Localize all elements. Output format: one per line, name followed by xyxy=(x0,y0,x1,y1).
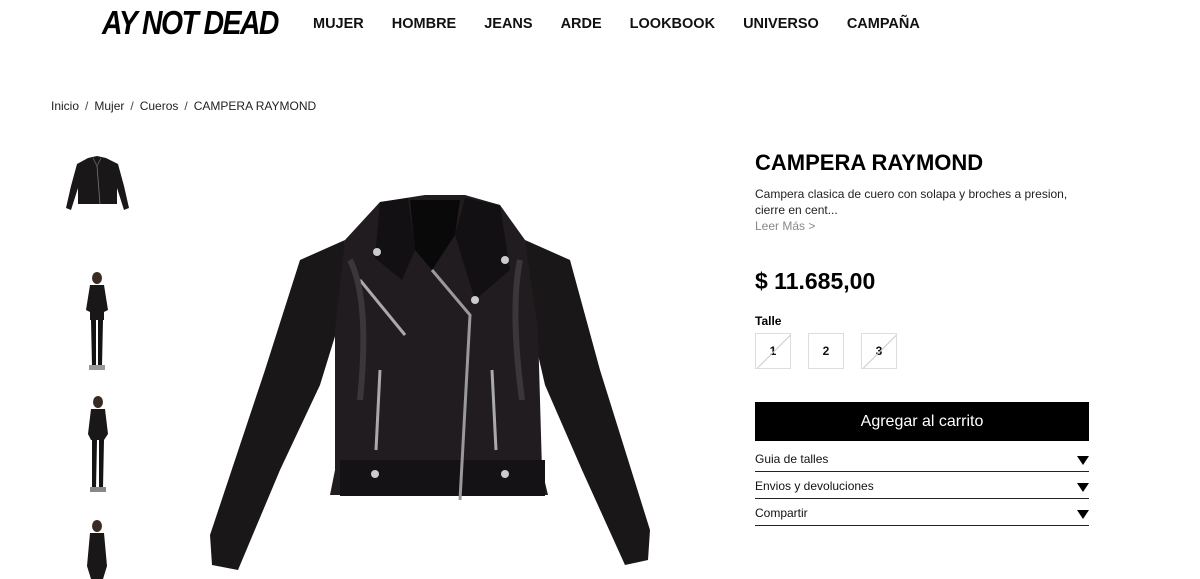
accordion-size-guide[interactable]: Guia de talles xyxy=(755,452,1089,472)
nav-item-arde[interactable]: ARDE xyxy=(561,15,602,33)
add-to-cart-button[interactable]: Agregar al carrito xyxy=(755,402,1089,441)
nav-item-campana[interactable]: CAMPAÑA xyxy=(847,15,920,33)
product-info: CAMPERA RAYMOND Campera clasica de cuero… xyxy=(755,150,1089,234)
accordion-label: Compartir xyxy=(755,506,808,520)
breadcrumb-cueros[interactable]: Cueros xyxy=(140,99,179,113)
breadcrumb-separator: / xyxy=(85,99,89,113)
accordion-label: Guia de talles xyxy=(755,452,829,466)
breadcrumb-inicio[interactable]: Inicio xyxy=(51,99,79,113)
size-selector: 1 2 3 xyxy=(755,333,914,369)
thumbnail-model-front[interactable] xyxy=(60,268,134,378)
size-option-3[interactable]: 3 xyxy=(861,333,897,369)
breadcrumb-mujer[interactable]: Mujer xyxy=(94,99,124,113)
size-label: Talle xyxy=(755,314,782,328)
triangle-down-icon xyxy=(1077,510,1089,519)
read-more-link[interactable]: Leer Más > xyxy=(755,218,1089,234)
product-main-image[interactable] xyxy=(170,140,700,579)
accordion-label: Envios y devoluciones xyxy=(755,479,874,493)
thumbnail-model-side[interactable] xyxy=(60,392,134,502)
nav-item-lookbook[interactable]: LOOKBOOK xyxy=(630,15,715,33)
size-option-label: 3 xyxy=(875,344,883,358)
triangle-down-icon xyxy=(1077,456,1089,465)
main-nav: MUJER HOMBRE JEANS ARDE LOOKBOOK UNIVERS… xyxy=(313,15,948,33)
product-description: Campera clasica de cuero con solapa y br… xyxy=(755,187,1068,217)
size-option-2[interactable]: 2 xyxy=(808,333,844,369)
nav-item-universo[interactable]: UNIVERSO xyxy=(743,15,819,33)
triangle-down-icon xyxy=(1077,483,1089,492)
nav-item-mujer[interactable]: MUJER xyxy=(313,15,364,33)
brand-logo[interactable]: AY NOT DEAD xyxy=(102,4,279,42)
nav-item-jeans[interactable]: JEANS xyxy=(484,15,532,33)
breadcrumb: Inicio / Mujer / Cueros / CAMPERA RAYMON… xyxy=(51,99,316,113)
size-option-label: 1 xyxy=(769,344,777,358)
size-option-label: 2 xyxy=(822,344,830,358)
accordion-share[interactable]: Compartir xyxy=(755,506,1089,526)
breadcrumb-separator: / xyxy=(184,99,188,113)
breadcrumb-current: CAMPERA RAYMOND xyxy=(193,99,317,113)
thumbnail-jacket-front[interactable] xyxy=(60,146,134,256)
product-price: $ 11.685,00 xyxy=(755,268,876,294)
size-option-1[interactable]: 1 xyxy=(755,333,791,369)
product-title: CAMPERA RAYMOND xyxy=(755,150,984,175)
breadcrumb-separator: / xyxy=(130,99,134,113)
nav-item-hombre[interactable]: HOMBRE xyxy=(392,15,456,33)
thumbnail-model-partial[interactable] xyxy=(60,516,134,579)
accordion-shipping[interactable]: Envios y devoluciones xyxy=(755,479,1089,499)
